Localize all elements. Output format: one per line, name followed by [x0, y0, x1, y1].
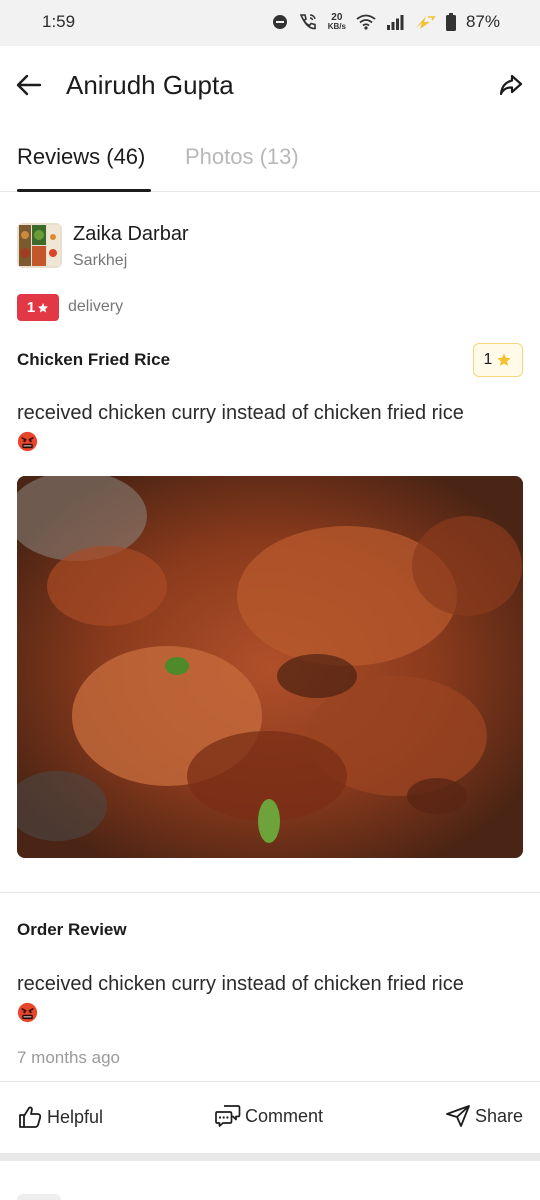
star-icon [38, 302, 49, 312]
restaurant-thumbnail[interactable] [17, 223, 62, 268]
share-profile-button[interactable] [496, 70, 526, 100]
review-text-body: received chicken curry instead of chicke… [17, 402, 464, 424]
restaurant-logo-image [17, 223, 62, 268]
helpful-button[interactable]: Helpful [17, 1104, 103, 1130]
share-button[interactable]: Share [445, 1104, 523, 1128]
section-divider [0, 892, 540, 893]
active-tab-indicator [17, 189, 151, 192]
next-review-card-peek [17, 1194, 61, 1200]
angry-face-emoji-icon [17, 431, 38, 452]
star-icon [497, 353, 512, 366]
review-timestamp: 7 months ago [17, 1048, 121, 1067]
send-icon [446, 1105, 470, 1127]
helpful-label: Helpful [47, 1106, 104, 1127]
review-action-bar: Helpful Comment Share [0, 1081, 540, 1153]
dish-rating-badge: 1 [473, 343, 523, 377]
status-bar: 1:59 20 KB/s 87% [0, 0, 540, 46]
comment-label: Comment [245, 1105, 324, 1126]
rating-value: 1 [26, 299, 36, 316]
tab-reviews[interactable]: Reviews (46) [17, 144, 145, 170]
order-review-text-body: received chicken curry instead of chicke… [17, 973, 464, 995]
card-separator [0, 1153, 540, 1161]
app-header: Anirudh Gupta [0, 46, 540, 126]
rating-type: delivery [68, 298, 124, 315]
network-speed: 20 KB/s [328, 13, 346, 31]
do-not-disturb-icon [272, 15, 287, 29]
profile-tabs: Reviews (46) Photos (13) [0, 126, 540, 192]
rating-badge: 1 [17, 294, 59, 321]
restaurant-name[interactable]: Zaika Darbar [73, 223, 189, 246]
back-button[interactable] [14, 70, 44, 100]
tab-photos[interactable]: Photos (13) [185, 144, 299, 170]
order-review-text: received chicken curry instead of chicke… [17, 970, 517, 1031]
share-arrow-icon [499, 74, 523, 96]
wifi-icon [356, 14, 376, 30]
comment-button[interactable]: Comment [215, 1104, 323, 1128]
restaurant-location: Sarkhej [73, 252, 128, 269]
battery-percent: 87% [465, 12, 500, 31]
food-photo-image [17, 476, 523, 858]
share-label: Share [474, 1105, 523, 1126]
dish-rating-value: 1 [483, 351, 493, 368]
angry-face-emoji-icon [17, 1002, 38, 1023]
status-time: 1:59 [42, 12, 76, 31]
dish-name: Chicken Fried Rice [17, 350, 171, 369]
review-text: received chicken curry instead of chicke… [17, 399, 517, 460]
wifi-calling-icon [299, 14, 316, 30]
comment-icon [215, 1105, 241, 1127]
charging-icon [415, 16, 436, 29]
arrow-left-icon [16, 74, 42, 96]
order-review-title: Order Review [17, 920, 127, 939]
network-speed-unit: KB/s [327, 22, 346, 31]
page-title: Anirudh Gupta [66, 70, 234, 100]
review-photo[interactable] [17, 476, 523, 858]
status-icons: 20 KB/s 87% [272, 11, 500, 33]
battery-icon [445, 13, 456, 31]
signal-icon [386, 15, 404, 30]
thumbs-up-icon [19, 1106, 42, 1128]
